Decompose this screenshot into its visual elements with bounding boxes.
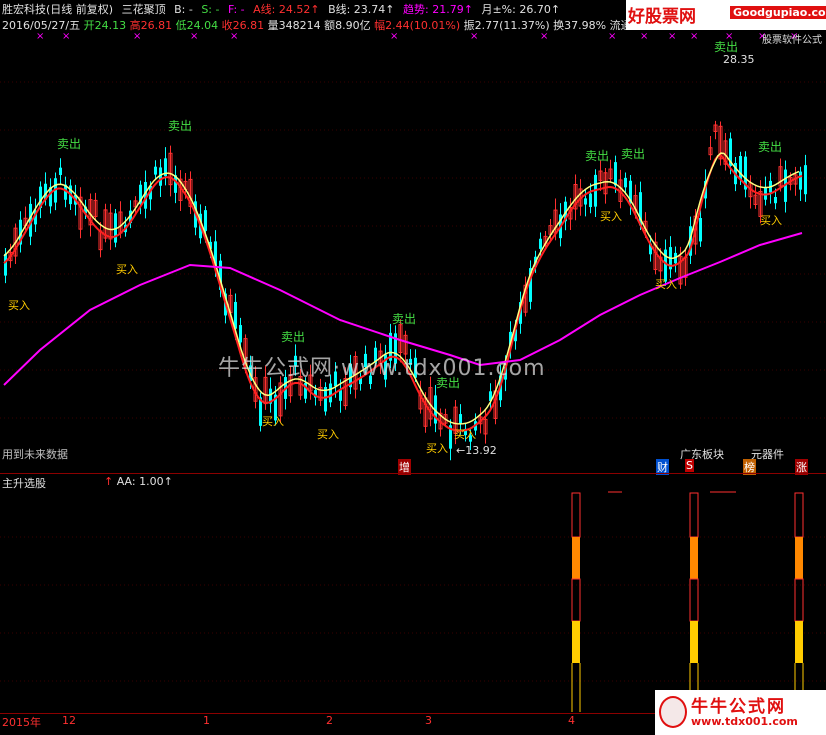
- f-signal: F: -: [227, 3, 245, 16]
- sell-label: 卖出: [758, 140, 783, 154]
- quote-high: 高26.81: [129, 19, 173, 32]
- candle-body: [614, 162, 617, 186]
- candle-body: [154, 166, 157, 175]
- a-line-series: [3, 152, 800, 425]
- bottom-brand-logo: 牛牛公式网 www.tdx001.com: [655, 690, 826, 735]
- buy-label: 买入: [600, 210, 622, 223]
- candle-body: [799, 171, 802, 190]
- low-price-label: ←13.92: [456, 444, 497, 457]
- brand-site-cn: 好股票网: [628, 7, 696, 27]
- candle-body: [329, 383, 332, 403]
- buy-label: 买入: [655, 278, 677, 291]
- x-axis-label: 12: [62, 714, 76, 727]
- signal-bar-orange: [795, 537, 803, 579]
- quote-close: 收26.81: [221, 19, 265, 32]
- panel-separator[interactable]: [0, 473, 826, 474]
- signal-marker: ×: [690, 31, 698, 42]
- signal-marker: ×: [640, 31, 648, 42]
- b-line-value: B线: 23.74↑: [328, 3, 395, 16]
- x-axis-label: 1: [203, 714, 210, 727]
- signal-bar-top: [794, 492, 804, 538]
- candle-body: [584, 198, 587, 205]
- brand-site-url: Goodgupiao.com: [730, 6, 826, 19]
- quote-volume: 量348214: [267, 19, 321, 32]
- signal-bar-yellow: [572, 621, 580, 663]
- sell-label: 卖出: [281, 330, 306, 344]
- candle-body: [204, 210, 207, 231]
- sub-panel-aa: ↑ AA: 1.00↑: [104, 475, 173, 488]
- future-data-notice: 用到未来数据: [2, 448, 68, 461]
- quote-change: 幅2.44(10.01%): [374, 19, 461, 32]
- quote-low: 低24.04: [175, 19, 219, 32]
- candle-body: [339, 390, 342, 401]
- x-axis-label: 2: [326, 714, 333, 727]
- sell-label: 卖出: [57, 137, 82, 151]
- trend-value: 趋势: 21.79↑: [403, 3, 473, 16]
- quote-amplitude: 振2.77(11.37%): [463, 19, 550, 32]
- buy-label: 买入: [116, 263, 138, 276]
- stock-title: 胜宏科技(日线 前复权): [2, 3, 114, 16]
- quote-amount: 额8.90亿: [324, 19, 371, 32]
- signal-bar-orange: [690, 537, 698, 579]
- candle-body: [699, 218, 702, 242]
- candle-body: [459, 414, 462, 424]
- x-axis-year: 2015年: [2, 716, 41, 729]
- aa-value: AA: 1.00↑: [116, 475, 173, 488]
- candle-body: [624, 177, 627, 188]
- sell-label: 卖出: [392, 312, 417, 326]
- signal-bar-top: [571, 492, 581, 538]
- candle-body: [59, 167, 62, 176]
- candle-body: [539, 238, 542, 249]
- signal-bar-yellow: [795, 621, 803, 663]
- quote-date: 2016/05/27/五: [2, 19, 81, 32]
- buy-label: 买入: [317, 428, 339, 441]
- bottom-brand-name: 牛牛公式网: [691, 697, 786, 717]
- b-signal: B: -: [174, 3, 193, 16]
- buy-label: 买入: [426, 442, 448, 455]
- sell-label: 卖出: [168, 119, 193, 133]
- tag-s[interactable]: S: [685, 459, 694, 472]
- high-price-label: 28.35: [723, 53, 755, 66]
- quote-open: 开24.13: [83, 19, 127, 32]
- candle-body: [774, 196, 777, 204]
- watermark: 牛牛公式网·www.tdx001.com: [218, 356, 546, 381]
- signal-marker: ×: [668, 31, 676, 42]
- signal-bar-orange: [572, 537, 580, 579]
- sub-panel-title: 主升选股: [2, 477, 46, 490]
- signal-bar-yellow: [690, 621, 698, 663]
- quote-turnover: 换37.98%: [553, 19, 607, 32]
- x-axis-label: 4: [568, 714, 575, 727]
- a-line-value: A线: 24.52↑: [253, 3, 320, 16]
- candle-body: [589, 193, 592, 208]
- candle-body: [239, 325, 242, 343]
- candle-body: [804, 165, 807, 195]
- brand-subtitle: 股票软件公式: [762, 35, 822, 46]
- bottom-brand-url: www.tdx001.com: [691, 715, 798, 728]
- cow-logo-icon: [659, 696, 687, 728]
- signal-bar-top: [689, 492, 699, 538]
- buy-label: 买入: [262, 415, 284, 428]
- s-signal: S: -: [201, 3, 220, 16]
- month-pct-value: 月±%: 26.70↑: [481, 3, 561, 16]
- indicator-name: 三花聚顶: [121, 3, 166, 16]
- candle-body: [4, 253, 7, 276]
- quote-row: 2016/05/27/五 开24.13 高26.81 低24.04 收26.81…: [2, 17, 632, 33]
- sell-label: 卖出: [621, 147, 646, 161]
- buy-label: 买入: [454, 428, 476, 441]
- sell-label: 卖出: [585, 149, 610, 163]
- candle-body: [739, 156, 742, 180]
- chart-header: 胜宏科技(日线 前复权) 三花聚顶 B: - S: - F: - A线: 24.…: [2, 1, 565, 17]
- buy-label: 买入: [8, 299, 30, 312]
- x-axis-label: 3: [425, 714, 432, 727]
- brand-logo: 好股票网 Goodgupiao.com: [626, 0, 826, 30]
- buy-label: 买入: [760, 214, 782, 227]
